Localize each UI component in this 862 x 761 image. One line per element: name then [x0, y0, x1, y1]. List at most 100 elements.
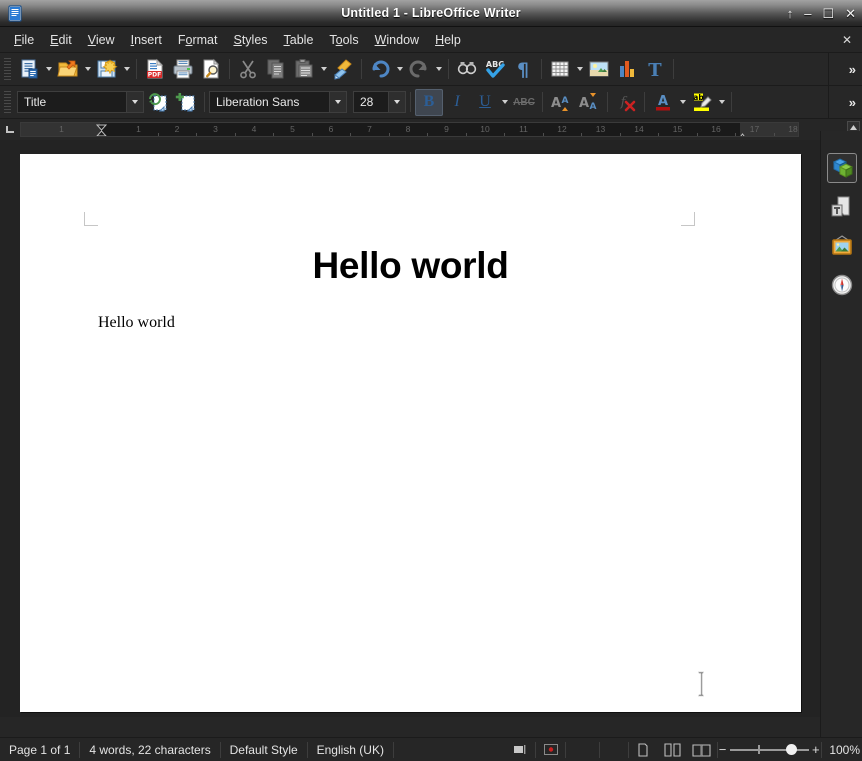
font-size-combobox[interactable]: 28: [353, 91, 406, 113]
redo-button[interactable]: [405, 56, 433, 83]
insert-table-button[interactable]: [546, 56, 574, 83]
word-count[interactable]: 4 words, 22 characters: [80, 738, 219, 761]
spelling-button[interactable]: ABC: [481, 56, 509, 83]
page-info[interactable]: Page 1 of 1: [0, 738, 79, 761]
find-and-replace-button[interactable]: [453, 56, 481, 83]
clone-formatting-button[interactable]: [329, 56, 357, 83]
zoom-out-button[interactable]: −: [719, 742, 727, 757]
formatting-marks-button[interactable]: ¶: [509, 56, 537, 83]
sidebar-item-gallery[interactable]: [827, 231, 857, 261]
update-selected-style-button[interactable]: [144, 89, 172, 116]
menu-edit[interactable]: Edit: [42, 30, 80, 50]
menu-format[interactable]: Format: [170, 30, 226, 50]
zoom-value[interactable]: 100%: [821, 743, 862, 757]
copy-button[interactable]: [262, 56, 290, 83]
toolbar-grip[interactable]: [2, 91, 12, 113]
underline-button[interactable]: U: [471, 89, 499, 116]
unsaved-changes-icon[interactable]: [536, 738, 565, 761]
paragraph-style-combobox[interactable]: Title: [17, 91, 144, 113]
redo-dropdown[interactable]: [433, 56, 444, 83]
font-color-button[interactable]: A: [649, 89, 677, 116]
clear-direct-formatting-button[interactable]: f: [612, 89, 640, 116]
language-status[interactable]: English (UK): [308, 738, 393, 761]
document-work-area[interactable]: Hello world Hello world: [0, 140, 862, 717]
right-indent-marker[interactable]: [737, 128, 746, 137]
single-page-view-icon[interactable]: [629, 738, 658, 761]
export-pdf-button[interactable]: PDF: [141, 56, 169, 83]
new-style-from-selection-button[interactable]: [172, 89, 200, 116]
maximize-button[interactable]: ☐: [822, 7, 834, 20]
writer-document-icon: [4, 2, 26, 24]
formatting-toolbar-overflow-button[interactable]: »: [849, 95, 856, 110]
menu-window[interactable]: Window: [367, 30, 427, 50]
ruler-tick: [312, 133, 313, 137]
horizontal-ruler[interactable]: 1123456789101112131415161718: [20, 122, 799, 137]
multi-page-view-icon[interactable]: [658, 738, 687, 761]
bold-button[interactable]: B: [415, 89, 443, 116]
open-document-dropdown[interactable]: [82, 56, 93, 83]
paragraph-style-dropdown-arrow[interactable]: [126, 92, 143, 112]
toolbar-separator: [361, 59, 362, 79]
insert-table-dropdown[interactable]: [574, 56, 585, 83]
font-name-dropdown-arrow[interactable]: [329, 92, 346, 112]
strikethrough-button[interactable]: ABC: [510, 89, 538, 116]
menu-file[interactable]: File: [6, 30, 42, 50]
menu-help[interactable]: Help: [427, 30, 469, 50]
title-bar[interactable]: Untitled 1 - LibreOffice Writer ↑ – ☐ ✕: [0, 0, 862, 27]
save-document-button[interactable]: [93, 56, 121, 83]
undo-button[interactable]: [366, 56, 394, 83]
menu-styles[interactable]: Styles: [225, 30, 275, 50]
zoom-knob[interactable]: [786, 744, 797, 755]
document-title-paragraph[interactable]: Hello world: [20, 245, 801, 287]
print-preview-button[interactable]: [197, 56, 225, 83]
ruler-tick: [543, 133, 544, 137]
ruler-number: 1: [59, 124, 64, 134]
sidebar-item-navigator[interactable]: [827, 270, 857, 300]
highlight-color-button[interactable]: ab: [688, 89, 716, 116]
zoom-slider[interactable]: − +: [718, 738, 821, 761]
menu-insert[interactable]: Insert: [123, 30, 170, 50]
toolbar-grip[interactable]: [2, 58, 12, 80]
tab-left-icon[interactable]: [0, 119, 20, 140]
insert-chart-button[interactable]: [613, 56, 641, 83]
standard-toolbar-overflow-button[interactable]: »: [849, 62, 856, 77]
page-style[interactable]: Default Style: [221, 738, 307, 761]
paste-dropdown[interactable]: [318, 56, 329, 83]
font-size-dropdown-arrow[interactable]: [388, 92, 405, 112]
menu-view[interactable]: View: [80, 30, 123, 50]
open-document-button[interactable]: [54, 56, 82, 83]
new-document-button[interactable]: [15, 56, 43, 83]
book-view-icon[interactable]: [688, 738, 717, 761]
sidebar-item-page[interactable]: [827, 192, 857, 222]
document-page[interactable]: Hello world Hello world: [20, 154, 801, 712]
undo-dropdown[interactable]: [394, 56, 405, 83]
paste-button[interactable]: [290, 56, 318, 83]
decrease-font-size-button[interactable]: A A: [575, 89, 603, 116]
italic-button[interactable]: I: [443, 89, 471, 116]
font-color-dropdown[interactable]: [677, 89, 688, 116]
close-document-button[interactable]: ✕: [842, 33, 852, 47]
insert-image-button[interactable]: [585, 56, 613, 83]
new-document-dropdown[interactable]: [43, 56, 54, 83]
increase-font-size-button[interactable]: A A: [547, 89, 575, 116]
menu-table[interactable]: Table: [276, 30, 322, 50]
document-body-paragraph[interactable]: Hello world: [98, 314, 175, 332]
font-name-combobox[interactable]: Liberation Sans: [209, 91, 347, 113]
window-controls: ↑ – ☐ ✕: [787, 0, 856, 27]
save-document-dropdown[interactable]: [121, 56, 132, 83]
highlight-color-dropdown[interactable]: [716, 89, 727, 116]
selection-mode-icon[interactable]: [506, 738, 535, 761]
ruler-tick: [697, 133, 698, 137]
minimize-button[interactable]: –: [804, 7, 811, 20]
sidebar-item-properties[interactable]: [827, 153, 857, 183]
menu-tools[interactable]: Tools: [321, 30, 366, 50]
sidebar: [820, 131, 862, 737]
cut-button[interactable]: [234, 56, 262, 83]
shade-button[interactable]: ↑: [787, 7, 794, 20]
insert-text-box-button[interactable]: T: [641, 56, 669, 83]
underline-dropdown[interactable]: [499, 89, 510, 116]
first-line-indent-marker[interactable]: [96, 124, 105, 137]
print-button[interactable]: [169, 56, 197, 83]
zoom-in-button[interactable]: +: [812, 742, 820, 757]
close-button[interactable]: ✕: [845, 7, 856, 20]
